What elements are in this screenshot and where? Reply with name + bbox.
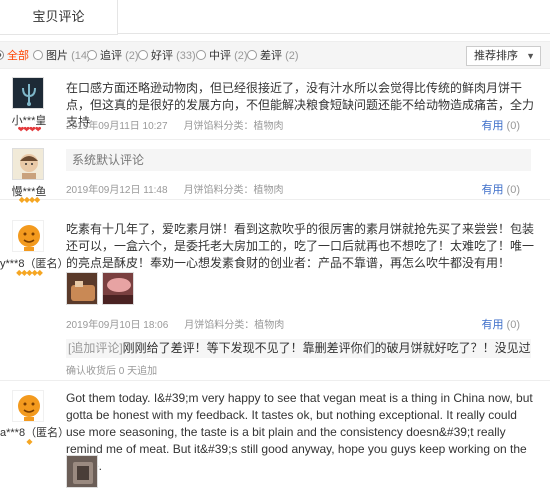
followup-tag: [追加评论] — [68, 341, 123, 355]
heart-icon: ❤❤❤❤ — [17, 125, 42, 134]
avatar-image — [13, 149, 43, 179]
filter-photos[interactable]: 图片 (14) — [33, 48, 91, 64]
review-photo-thumbnail[interactable] — [102, 272, 134, 305]
radio-icon[interactable] — [87, 50, 97, 60]
sort-dropdown[interactable]: 推荐排序 ▼ — [466, 46, 541, 66]
review-date: 2019年09月10日 18:06 — [66, 320, 169, 331]
radio-icon[interactable] — [33, 50, 43, 60]
review-meta: 2019年09月11日 10:27 月饼馅料分类：植物肉 — [66, 117, 284, 132]
user-level-badges: ◆◆◆◆◆ — [0, 268, 58, 277]
radio-icon[interactable] — [247, 50, 257, 60]
useful-button[interactable]: 有用 (0) — [482, 117, 520, 133]
useful-button[interactable]: 有用 (0) — [482, 316, 520, 332]
avatar — [12, 77, 44, 109]
user-level-badges: ◆ — [0, 437, 58, 446]
followup-text: 刚刚给了差评！等下发现不见了！靠删差评你们的破月饼就好吃了？！没见过这么差的！ — [122, 341, 531, 355]
review-text: 吃素有十几年了，爱吃素月饼！看到这款吹乎的很厉害的素月饼就抢先买了来尝尝！包装还… — [66, 222, 535, 270]
filter-negative[interactable]: 差评 (2) — [247, 48, 299, 64]
user-level-badges: ❤❤❤❤ — [0, 125, 58, 134]
filter-neutral[interactable]: 中评 (2) — [196, 48, 248, 64]
sku-info: 月饼馅料分类：植物肉 — [183, 121, 284, 132]
sku-info: 月饼馅料分类：植物肉 — [183, 185, 284, 196]
diamond-icon: ◆◆◆◆◆ — [16, 268, 43, 277]
review-item: 小***皇 ❤❤❤❤ 在口感方面还略逊动物肉，但已经很接近了，没有汁水所以会觉得… — [0, 70, 550, 140]
filter-bar: 全部 图片 (14) 追评 (2) 好评 (33) 中评 (2) 差评 (2) … — [0, 41, 550, 69]
followup-meta: 确认收货后 0 天追加 — [66, 366, 158, 377]
chevron-down-icon: ▼ — [526, 51, 535, 61]
review-text: 系统默认评论 — [66, 149, 531, 171]
useful-button[interactable]: 有用 (0) — [482, 181, 520, 197]
review-text: Got them today. I&#39;m very happy to se… — [66, 391, 533, 473]
review-date: 2019年09月12日 11:48 — [66, 185, 168, 196]
avatar-image — [13, 221, 43, 251]
radio-icon[interactable] — [138, 50, 148, 60]
radio-icon[interactable] — [0, 50, 4, 60]
review-meta: 2019年09月10日 18:06 月饼馅料分类：植物肉 — [66, 316, 284, 331]
diamond-icon: ◆ — [26, 437, 32, 446]
sku-info: 月饼馅料分类：植物肉 — [184, 320, 285, 331]
review-date: 2019年09月11日 10:27 — [66, 121, 168, 132]
filter-positive[interactable]: 好评 (33) — [138, 48, 196, 64]
review-item: a***8（匿名） ◆ Got them today. I&#39;m very… — [0, 382, 550, 488]
review-item: y***8（匿名） ◆◆◆◆◆ 吃素有十几年了，爱吃素月饼！看到这款吹乎的很厉害… — [0, 201, 550, 381]
review-photo-thumbnail[interactable] — [66, 272, 98, 305]
filter-followup[interactable]: 追评 (2) — [87, 48, 139, 64]
avatar — [12, 220, 44, 252]
avatar — [12, 390, 44, 422]
tab-bar: 宝贝评论 — [0, 0, 550, 35]
filter-all[interactable]: 全部 — [0, 48, 29, 64]
review-item: 慢***鱼 ◆◆◆◆ 系统默认评论 2019年09月12日 11:48 月饼馅料分… — [0, 141, 550, 204]
radio-icon[interactable] — [196, 50, 206, 60]
avatar-image — [13, 391, 43, 421]
tab-reviews[interactable]: 宝贝评论 — [0, 0, 118, 35]
avatar-image — [13, 78, 43, 108]
followup-review: [追加评论]刚刚给了差评！等下发现不见了！靠删差评你们的破月饼就好吃了？！没见过… — [66, 339, 531, 358]
review-meta: 2019年09月12日 11:48 月饼馅料分类：植物肉 — [66, 181, 284, 196]
review-photo-thumbnail[interactable] — [66, 455, 98, 488]
avatar — [12, 148, 44, 180]
